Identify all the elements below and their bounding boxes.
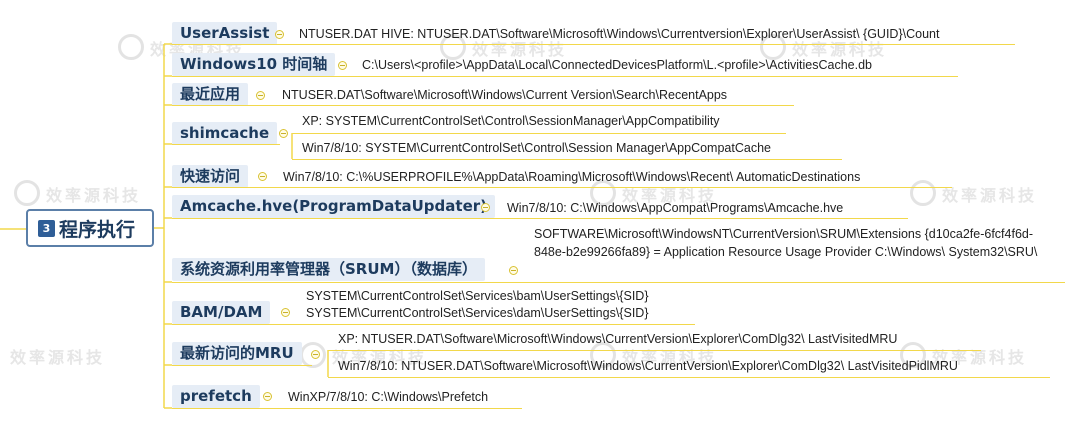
branch-amcache[interactable]: Amcache.hve(ProgramDataUpdater) (172, 195, 496, 218)
branch-recent-apps[interactable]: 最近应用 (172, 83, 249, 106)
underline (172, 105, 794, 106)
note-icon (279, 129, 288, 138)
leaf-text: C:\Users\<profile>\AppData\Local\Connect… (362, 58, 872, 72)
underline (172, 44, 1015, 45)
leaf-text: Win7/8/10: C:\%USERPROFILE%\AppData\Roam… (283, 170, 861, 184)
underline (172, 187, 952, 188)
note-icon (256, 91, 265, 100)
leaf-text: SYSTEM\CurrentControlSet\Services\bam\Us… (306, 289, 649, 320)
note-icon (509, 266, 518, 275)
leaf-text: NTUSER.DAT HIVE: NTUSER.DAT\Software\Mic… (299, 27, 940, 41)
root-label: 程序执行 (59, 218, 136, 241)
leaf-text: NTUSER.DAT\Software\Microsoft\Windows\Cu… (282, 88, 728, 102)
branch-quick-access[interactable]: 快速访问 (172, 165, 249, 188)
leaf-text: Win7/8/10: SYSTEM\CurrentControlSet\Cont… (302, 141, 771, 155)
underline (172, 76, 958, 77)
branch-shimcache[interactable]: shimcache (172, 122, 278, 145)
branch-prefetch[interactable]: prefetch (172, 385, 260, 408)
note-icon (338, 61, 347, 70)
leaf-text: Win7/8/10: NTUSER.DAT\Software\Microsoft… (338, 359, 958, 373)
note-icon (258, 172, 267, 181)
note-icon (481, 203, 490, 212)
underline (172, 365, 312, 366)
branch-userassist[interactable]: UserAssist (172, 22, 278, 45)
underline (328, 377, 1050, 378)
note-icon (281, 308, 290, 317)
branch-srum[interactable]: 系统资源利用率管理器（SRUM）（数据库） (172, 258, 485, 281)
underline (172, 408, 522, 409)
underline (292, 159, 842, 160)
mind-map: 效率源科技 效率源科技 效率源科技 效率源科技 效率源科技 效率源科技 效率源科… (0, 0, 1080, 425)
leaf-text: XP: SYSTEM\CurrentControlSet\Control\Ses… (302, 114, 720, 128)
leaf-text: SOFTWARE\Microsoft\WindowsNT\CurrentVers… (534, 227, 1038, 259)
note-icon (311, 350, 320, 359)
note-icon (275, 30, 284, 39)
underline (328, 350, 981, 351)
underline (172, 144, 280, 145)
underline (172, 324, 695, 325)
root-topic[interactable]: 3 程序执行 (26, 209, 154, 247)
leaf-text: Win7/8/10: C:\Windows\AppCompat\Programs… (507, 201, 844, 215)
leaf-text: WinXP/7/8/10: C:\Windows\Prefetch (288, 390, 489, 404)
underline (172, 218, 908, 219)
underline (172, 282, 1065, 283)
branch-bam-dam[interactable]: BAM/DAM (172, 301, 271, 324)
leaf-text: XP: NTUSER.DAT\Software\Microsoft\Window… (338, 332, 898, 346)
root-number-badge: 3 (38, 219, 55, 237)
branch-mru[interactable]: 最新访问的MRU (172, 342, 302, 365)
underline (292, 133, 786, 134)
note-icon (263, 392, 272, 401)
branch-windows10-timeline[interactable]: Windows10 时间轴 (172, 53, 336, 76)
